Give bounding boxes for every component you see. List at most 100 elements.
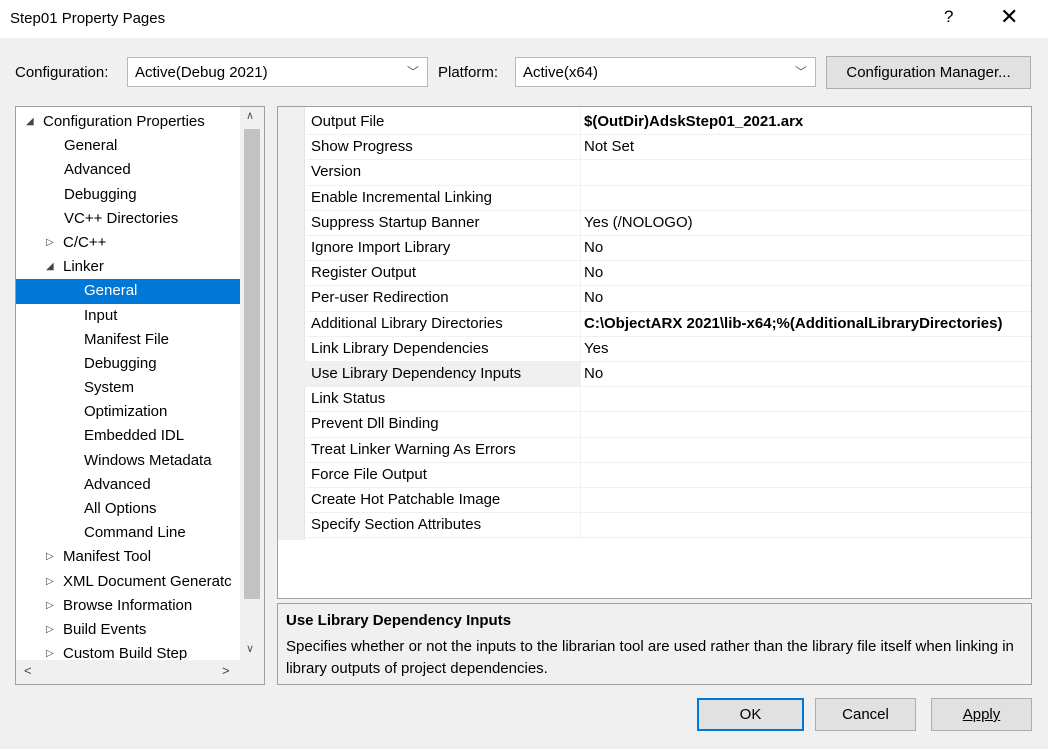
column-divider — [580, 336, 581, 361]
property-row[interactable]: Per-user Redirection No — [304, 286, 1031, 312]
expand-arrow-icon[interactable]: ▷ — [46, 231, 58, 255]
property-value[interactable]: No — [584, 365, 603, 382]
tree-item[interactable]: All Options — [16, 497, 240, 521]
property-value[interactable]: $(OutDir)AdskStep01_2021.arx — [584, 113, 803, 130]
tree-item-label: Windows Metadata — [84, 451, 212, 469]
tree-item[interactable]: VC++ Directories — [16, 207, 240, 231]
property-value[interactable]: No — [584, 289, 603, 306]
tree-item[interactable]: Advanced — [16, 158, 240, 182]
scroll-right-icon[interactable]: > — [222, 663, 230, 678]
collapse-arrow-icon[interactable]: ◢ — [46, 255, 58, 279]
configuration-label: Configuration: — [15, 64, 109, 81]
cancel-button[interactable]: Cancel — [815, 698, 916, 731]
scroll-down-icon[interactable]: ∨ — [246, 642, 254, 655]
tree-item[interactable]: Input — [16, 304, 240, 328]
property-name: Suppress Startup Banner — [311, 213, 480, 231]
property-value[interactable]: No — [584, 264, 603, 281]
help-button[interactable]: ? — [944, 7, 953, 27]
tree-item[interactable]: ◢ Configuration Properties — [16, 110, 240, 134]
property-value[interactable]: Yes (/NOLOGO) — [584, 214, 693, 231]
tree-item[interactable]: Debugging — [16, 183, 240, 207]
expand-arrow-icon[interactable]: ▷ — [46, 545, 58, 569]
property-row[interactable]: Version — [304, 160, 1031, 186]
tree-item[interactable]: Debugging — [16, 352, 240, 376]
tree-item[interactable]: General — [16, 134, 240, 158]
close-button[interactable]: ✕ — [1000, 4, 1018, 30]
property-row[interactable]: Enable Incremental Linking — [304, 185, 1031, 211]
property-row[interactable]: Prevent Dll Binding — [304, 412, 1031, 438]
tree-item[interactable]: ◢ Linker — [16, 255, 240, 279]
column-divider — [580, 362, 581, 387]
column-divider — [580, 160, 581, 185]
tree-item[interactable]: Optimization — [16, 400, 240, 424]
column-divider — [580, 110, 581, 135]
property-name: Enable Incremental Linking — [311, 188, 492, 206]
configuration-manager-button[interactable]: Configuration Manager... — [826, 56, 1031, 89]
tree-item-label: Advanced — [64, 161, 131, 179]
tree-item-label: Input — [84, 306, 118, 324]
property-value[interactable]: Yes — [584, 340, 608, 357]
property-row[interactable]: Force File Output — [304, 462, 1031, 488]
tree-item[interactable]: ▷ Browse Information — [16, 594, 240, 618]
tree-item[interactable]: Manifest File — [16, 328, 240, 352]
property-row[interactable]: Use Library Dependency Inputs No — [304, 362, 1031, 388]
property-name: Version — [311, 163, 362, 181]
tree-item-label: System — [84, 379, 135, 397]
property-row[interactable]: Suppress Startup Banner Yes (/NOLOGO) — [304, 210, 1031, 236]
property-value[interactable]: Not Set — [584, 138, 634, 155]
tree-item[interactable]: System — [16, 376, 240, 400]
tree-item[interactable]: Windows Metadata — [16, 449, 240, 473]
grid-gutter — [278, 107, 305, 540]
column-divider — [580, 286, 581, 311]
scroll-up-icon[interactable]: ∧ — [246, 109, 254, 122]
tree-item-label: General — [64, 137, 118, 155]
tree-item-label: Command Line — [84, 524, 186, 542]
platform-label: Platform: — [438, 64, 499, 81]
scroll-left-icon[interactable]: < — [24, 663, 32, 678]
tree-vertical-scrollbar[interactable]: ∧ ∨ — [240, 107, 264, 662]
property-row[interactable]: Create Hot Patchable Image — [304, 488, 1031, 514]
property-row[interactable]: Link Library Dependencies Yes — [304, 336, 1031, 362]
tree-item-label: Manifest File — [84, 330, 170, 348]
tree-item[interactable]: Command Line — [16, 521, 240, 545]
platform-dropdown[interactable]: Active(x64) ﹀ — [515, 57, 816, 87]
property-row[interactable]: Output File $(OutDir)AdskStep01_2021.arx — [304, 110, 1031, 136]
property-name: Use Library Dependency Inputs — [311, 365, 522, 382]
ok-button[interactable]: OK — [697, 698, 804, 731]
tree-item-label: Debugging — [64, 185, 137, 203]
tree-item-label: Manifest Tool — [63, 548, 152, 566]
scroll-thumb[interactable] — [244, 129, 260, 599]
property-name: Create Hot Patchable Image — [311, 491, 501, 508]
property-row[interactable]: Ignore Import Library No — [304, 236, 1031, 262]
configuration-dropdown[interactable]: Active(Debug 2021) ﹀ — [127, 57, 428, 87]
tree-item[interactable]: General — [16, 279, 240, 304]
description-title: Use Library Dependency Inputs — [286, 612, 512, 629]
property-row[interactable]: Treat Linker Warning As Errors — [304, 437, 1031, 463]
property-row[interactable]: Additional Library Directories C:\ObjectA… — [304, 311, 1031, 337]
configuration-value: Active(Debug 2021) — [135, 64, 268, 81]
expand-arrow-icon[interactable]: ▷ — [46, 594, 58, 618]
tree-item-label: All Options — [84, 500, 157, 517]
property-name: Link Library Dependencies — [311, 339, 489, 357]
property-row[interactable]: Specify Section Attributes — [304, 513, 1031, 539]
tree-item[interactable]: ▷ Build Events — [16, 618, 240, 642]
chevron-down-icon: ﹀ — [406, 65, 419, 79]
property-row[interactable]: Show Progress Not Set — [304, 135, 1031, 161]
collapse-arrow-icon[interactable]: ◢ — [26, 110, 38, 134]
column-divider — [580, 387, 581, 412]
expand-arrow-icon[interactable]: ▷ — [46, 618, 58, 642]
tree-item[interactable]: Advanced — [16, 473, 240, 497]
tree-horizontal-scrollbar[interactable]: < > — [16, 660, 264, 684]
apply-button[interactable]: Apply — [931, 698, 1032, 731]
property-row[interactable]: Register Output No — [304, 261, 1031, 287]
property-row[interactable]: Link Status — [304, 387, 1031, 413]
tree-item[interactable]: ▷ Manifest Tool — [16, 545, 240, 569]
tree-item[interactable]: ▷ XML Document Generatc — [16, 570, 240, 594]
property-value[interactable]: No — [584, 239, 603, 256]
tree-item[interactable]: ▷ C/C++ — [16, 231, 240, 255]
property-grid[interactable]: Output File $(OutDir)AdskStep01_2021.arx S… — [277, 106, 1032, 599]
category-tree[interactable]: ◢ Configuration Properties General Advanced… — [15, 106, 265, 685]
expand-arrow-icon[interactable]: ▷ — [46, 570, 58, 594]
property-value[interactable]: C:\ObjectARX 2021\lib-x64;%(AdditionalLi… — [584, 315, 1002, 332]
tree-item[interactable]: Embedded IDL — [16, 424, 240, 448]
